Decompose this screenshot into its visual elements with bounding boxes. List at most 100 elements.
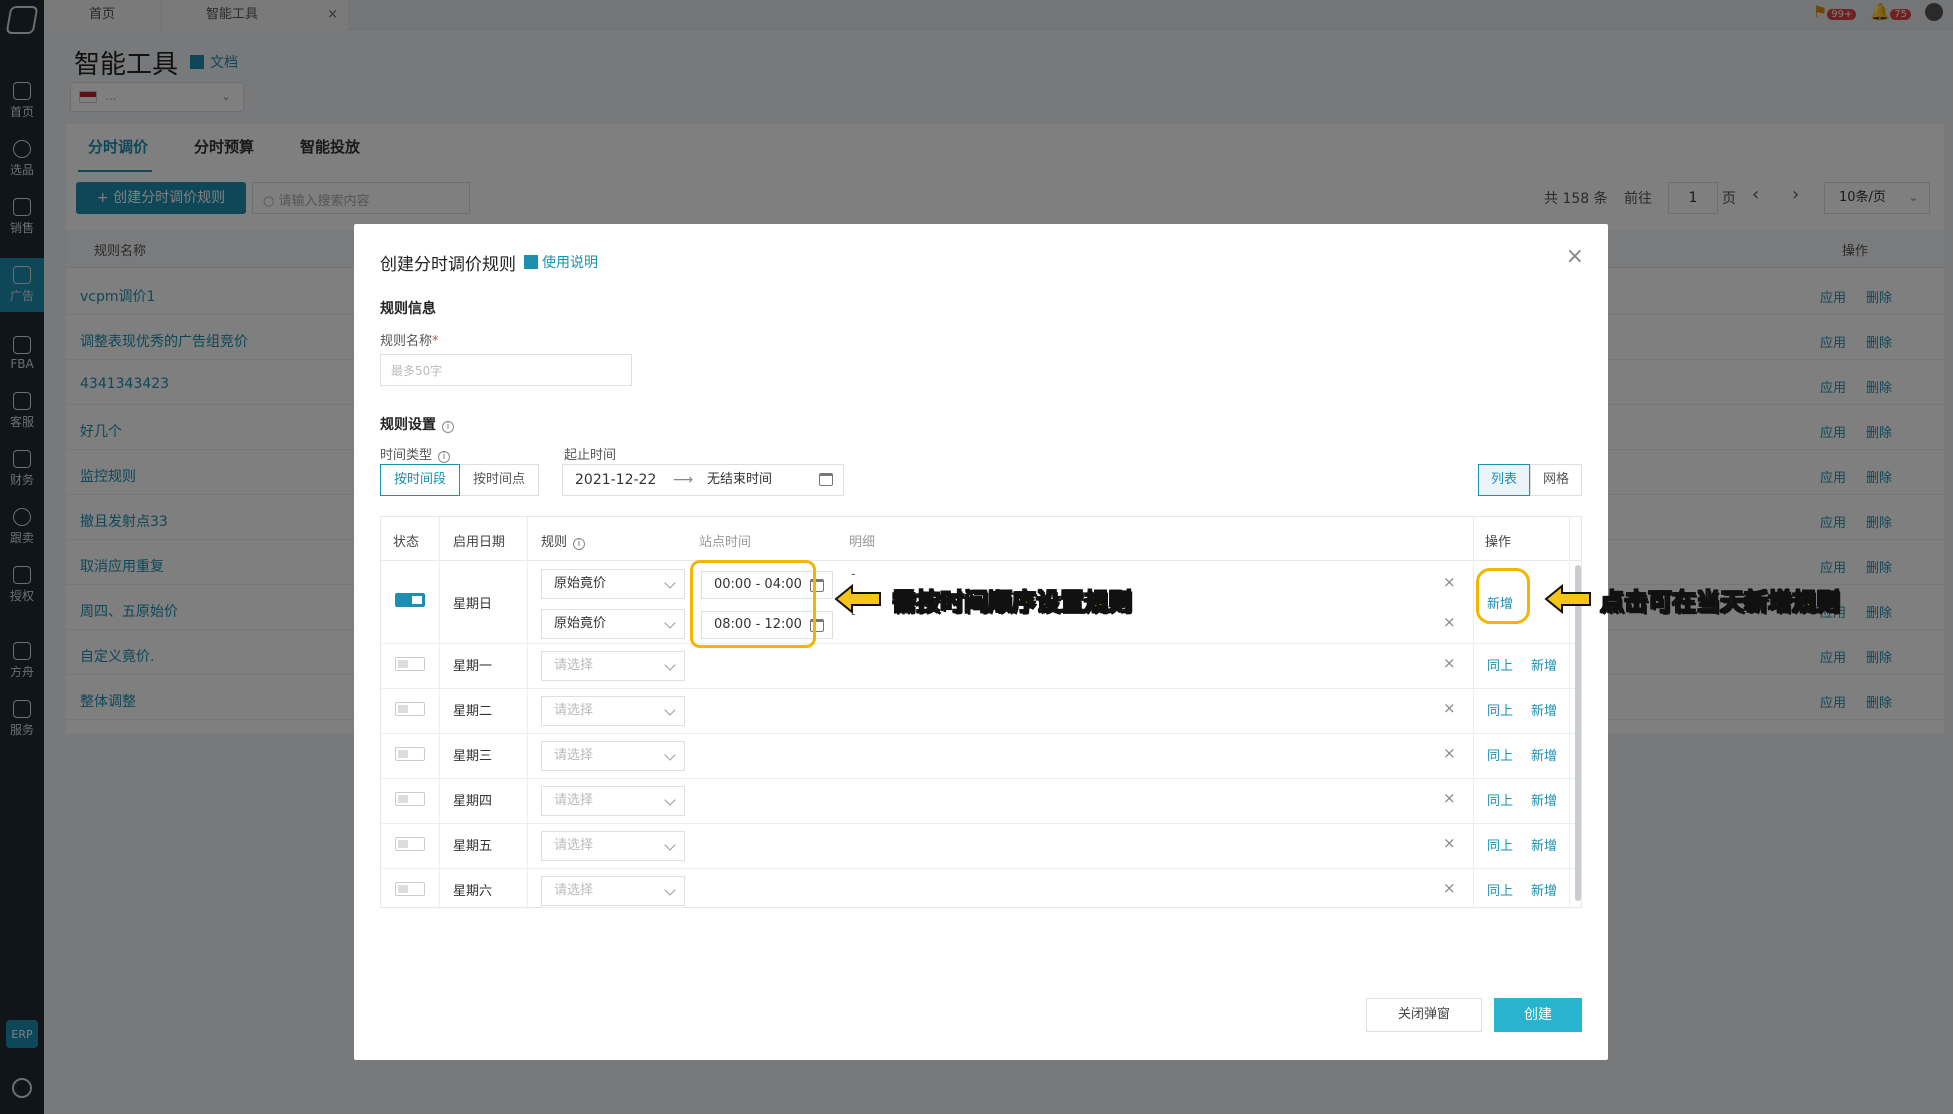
toggle-day[interactable] (395, 747, 425, 761)
highlight-add-button (1476, 568, 1530, 624)
rule-select-value: 原始竟价 (554, 616, 607, 631)
chevron-down-icon (664, 839, 676, 851)
toggle-knob (398, 750, 408, 758)
schedule-header: 状态 启用日期 规则 i 站点时间 明细 操作 (381, 517, 1581, 561)
column-divider (439, 517, 440, 909)
remove-row-icon[interactable]: × (1443, 699, 1456, 717)
scrollbar[interactable] (1575, 565, 1581, 901)
rule-select[interactable]: 请选择 (541, 786, 685, 816)
create-button[interactable]: 创建 (1494, 998, 1582, 1032)
row-divider (381, 643, 1581, 644)
toggle-sunday[interactable] (395, 593, 425, 607)
range-label: 起止时间 (564, 448, 617, 463)
day-label: 星期四 (453, 794, 493, 809)
chevron-down-icon (664, 659, 676, 671)
rule-name-label: 规则名称* (380, 330, 439, 349)
time-type-label-text: 时间类型 (380, 448, 433, 463)
day-label: 星期三 (453, 749, 493, 764)
rule-select-placeholder: 请选择 (554, 703, 594, 718)
header-ops: 操作 (1485, 535, 1512, 550)
time-type-period[interactable]: 按时间段 (380, 464, 460, 496)
rule-select[interactable]: 请选择 (541, 651, 685, 681)
chevron-down-icon (664, 884, 676, 896)
add-rule-button[interactable]: 新增 (1531, 835, 1557, 854)
modal-title: 创建分时调价规则 (380, 255, 516, 275)
rule-select-placeholder: 请选择 (554, 838, 594, 853)
rule-select[interactable]: 请选择 (541, 831, 685, 861)
day-label: 星期六 (453, 884, 493, 899)
column-divider (527, 517, 528, 909)
header-status: 状态 (393, 535, 420, 550)
remove-row-icon[interactable]: × (1443, 834, 1456, 852)
close-modal-button[interactable]: 关闭弹窗 (1366, 998, 1482, 1032)
toggle-knob (398, 660, 408, 668)
rule-select[interactable]: 请选择 (541, 876, 685, 906)
section-rule-settings: 规则设置 i (380, 414, 454, 434)
toggle-day[interactable] (395, 657, 425, 671)
toggle-knob (398, 705, 408, 713)
toggle-knob (398, 840, 408, 848)
view-grid-button[interactable]: 网格 (1530, 464, 1582, 496)
chevron-down-icon (664, 617, 676, 629)
detail-dash: - (851, 567, 856, 582)
range-arrow: ⟶ (673, 472, 694, 488)
day-label: 星期一 (453, 659, 493, 674)
rule-select-placeholder: 请选择 (554, 658, 594, 673)
add-rule-button[interactable]: 新增 (1531, 790, 1557, 809)
same-as-above-button[interactable]: 同上 (1487, 655, 1513, 674)
header-rule: 规则 i (541, 531, 586, 550)
toggle-day[interactable] (395, 882, 425, 896)
day-label: 星期五 (453, 839, 493, 854)
header-day: 启用日期 (453, 535, 506, 550)
add-rule-button[interactable]: 新增 (1531, 745, 1557, 764)
day-label: 星期日 (453, 597, 493, 612)
toggle-day[interactable] (395, 702, 425, 716)
rule-select[interactable]: 请选择 (541, 741, 685, 771)
rule-select[interactable]: 原始竟价 (541, 609, 685, 639)
date-range-picker[interactable]: 2021-12-22 ⟶ 无结束时间 (562, 464, 844, 496)
close-icon[interactable]: × (1566, 244, 1584, 269)
help-link[interactable]: 使用说明 (524, 252, 598, 272)
book-icon (524, 255, 538, 269)
toggle-day[interactable] (395, 837, 425, 851)
remove-row-icon[interactable]: × (1443, 744, 1456, 762)
add-rule-button[interactable]: 新增 (1531, 655, 1557, 674)
rule-name-input[interactable]: 最多50字 (380, 354, 632, 386)
add-rule-button[interactable]: 新增 (1531, 880, 1557, 899)
info-icon[interactable]: i (442, 421, 454, 433)
remove-row-icon[interactable]: × (1443, 654, 1456, 672)
callout-add: 点击可在当天新增规则 (1600, 588, 1841, 617)
callout-order: 需按时间顺序设置规则 (892, 588, 1133, 617)
column-divider (1473, 517, 1474, 909)
remove-row-icon[interactable]: × (1443, 879, 1456, 897)
rule-select[interactable]: 请选择 (541, 696, 685, 726)
info-icon[interactable]: i (438, 451, 451, 463)
row-divider (381, 778, 1581, 779)
view-list-button[interactable]: 列表 (1478, 464, 1530, 496)
create-rule-modal: 创建分时调价规则 使用说明 × 规则信息 规则名称* 最多50字 规则设置 i 时… (354, 224, 1608, 1060)
remove-slot-icon[interactable]: × (1443, 613, 1456, 631)
required-mark: * (432, 334, 439, 349)
toggle-knob (398, 795, 408, 803)
header-site-time: 站点时间 (699, 535, 752, 550)
toggle-day[interactable] (395, 792, 425, 806)
time-type-point[interactable]: 按时间点 (459, 464, 539, 496)
same-as-above-button[interactable]: 同上 (1487, 700, 1513, 719)
help-link-label: 使用说明 (542, 255, 598, 271)
end-date: 无结束时间 (707, 472, 773, 487)
same-as-above-button[interactable]: 同上 (1487, 790, 1513, 809)
remove-slot-icon[interactable]: × (1443, 573, 1456, 591)
same-as-above-button[interactable]: 同上 (1487, 880, 1513, 899)
info-icon[interactable]: i (573, 538, 586, 550)
same-as-above-button[interactable]: 同上 (1487, 745, 1513, 764)
rule-select[interactable]: 原始竟价 (541, 569, 685, 599)
rule-select-placeholder: 请选择 (554, 793, 594, 808)
chevron-down-icon (664, 749, 676, 761)
chevron-down-icon (664, 704, 676, 716)
remove-row-icon[interactable]: × (1443, 789, 1456, 807)
same-as-above-button[interactable]: 同上 (1487, 835, 1513, 854)
rule-select-value: 原始竟价 (554, 576, 607, 591)
chevron-down-icon (664, 794, 676, 806)
add-rule-button[interactable]: 新增 (1531, 700, 1557, 719)
header-detail: 明细 (849, 535, 876, 550)
